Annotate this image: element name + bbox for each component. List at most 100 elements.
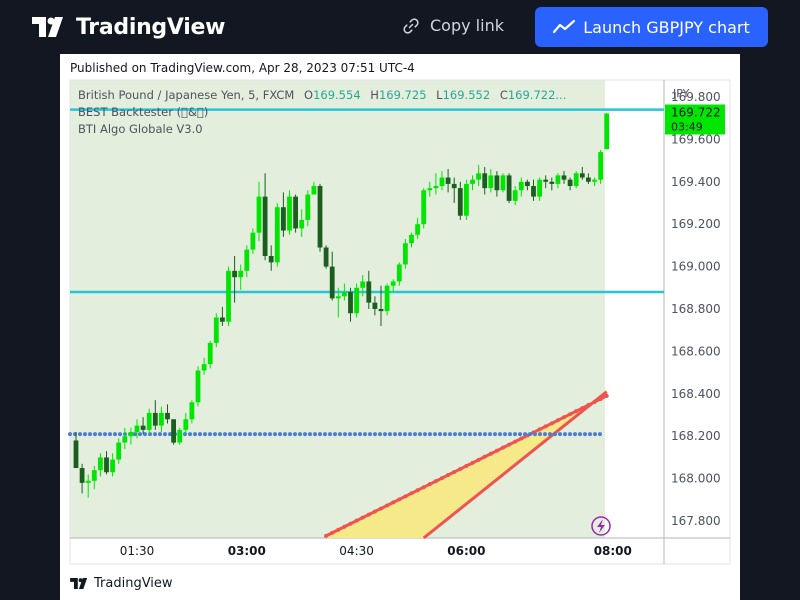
candle-body bbox=[323, 247, 329, 267]
logo-text: TradingView bbox=[76, 14, 226, 40]
band-dot bbox=[507, 442, 512, 447]
candle-body bbox=[201, 364, 207, 371]
candle-body bbox=[543, 179, 549, 182]
band-dot bbox=[324, 533, 329, 538]
plot-background bbox=[70, 80, 605, 538]
y-tick-label: 169.800 bbox=[671, 90, 721, 104]
legend-low-value: 169.552 bbox=[442, 88, 491, 102]
candle-body bbox=[598, 152, 603, 180]
tradingview-logo-icon bbox=[32, 17, 63, 37]
band-dot bbox=[482, 454, 487, 459]
candle-body bbox=[226, 270, 231, 322]
legend-symbol-row: British Pound / Japanese Yen, 5, FXCM O1… bbox=[78, 87, 566, 104]
candle-body bbox=[512, 190, 518, 201]
candle-body bbox=[85, 480, 91, 483]
candle-body bbox=[494, 175, 500, 191]
footer-logo-text: TradingView bbox=[94, 576, 173, 591]
legend-open-value: 169.554 bbox=[313, 88, 361, 102]
band-dot bbox=[519, 436, 524, 441]
candle-body bbox=[183, 419, 189, 430]
tradingview-logo[interactable]: TradingView bbox=[32, 13, 225, 41]
candle-body bbox=[299, 219, 305, 229]
candle-body bbox=[390, 281, 396, 286]
band-dot bbox=[543, 424, 548, 429]
legend-indicator-1[interactable]: BEST Backtester ( & ) bbox=[78, 104, 566, 121]
footer-logo[interactable]: TradingView bbox=[70, 576, 173, 591]
last-price-value: 169.722 bbox=[671, 106, 721, 120]
candle-body bbox=[213, 317, 219, 343]
candle-body bbox=[262, 196, 268, 256]
candle-body bbox=[451, 183, 457, 189]
x-tick-label: 01:30 bbox=[120, 544, 155, 558]
legend-symbol: British Pound / Japanese Yen, 5, FXCM bbox=[78, 88, 295, 102]
candle-body bbox=[244, 249, 250, 271]
candle-body bbox=[372, 302, 378, 309]
band-dot bbox=[409, 491, 414, 496]
candle-body bbox=[579, 173, 585, 178]
candle-body bbox=[122, 436, 128, 443]
candle-body bbox=[403, 243, 408, 265]
band-dot bbox=[348, 521, 353, 526]
y-tick-label: 168.600 bbox=[671, 344, 721, 358]
band-dot bbox=[470, 460, 475, 465]
candle-body bbox=[189, 402, 195, 420]
x-tick-label: 08:00 bbox=[594, 544, 632, 558]
candle-body bbox=[531, 186, 536, 197]
future-area bbox=[605, 80, 664, 538]
chart-legend: British Pound / Japanese Yen, 5, FXCM O1… bbox=[78, 87, 566, 138]
candle-body bbox=[439, 177, 445, 187]
candle-body bbox=[500, 175, 506, 191]
band-dot bbox=[372, 509, 377, 514]
band-dot bbox=[354, 518, 359, 523]
band-dot bbox=[342, 524, 347, 529]
launch-chart-button[interactable]: Launch GBPJPY chart bbox=[535, 7, 768, 47]
candle-body bbox=[427, 188, 433, 191]
x-tick-label: 06:00 bbox=[447, 544, 485, 558]
candle-body bbox=[73, 440, 79, 469]
x-axis: 01:30 03:00 04:30 06:00 08:00 bbox=[120, 544, 632, 558]
candle-body bbox=[159, 412, 164, 426]
candle-body bbox=[506, 175, 512, 201]
legend-open-label: O bbox=[304, 88, 314, 102]
candle-body bbox=[171, 419, 176, 443]
candle-body bbox=[549, 181, 555, 184]
band-dot bbox=[446, 473, 451, 478]
band-dot bbox=[366, 512, 371, 517]
candle-body bbox=[311, 186, 317, 195]
legend-close-label: C bbox=[499, 88, 508, 102]
chart-card: Published on TradingView.com, Apr 28, 20… bbox=[60, 54, 740, 600]
candle-body bbox=[152, 412, 158, 426]
band-dot bbox=[330, 530, 335, 535]
candle-body bbox=[287, 196, 292, 231]
candle-body bbox=[604, 113, 610, 150]
candle-body bbox=[366, 281, 372, 303]
y-tick-label: 168.400 bbox=[671, 387, 721, 401]
candle-body bbox=[415, 224, 420, 235]
candle-body bbox=[573, 173, 579, 187]
band-dot bbox=[391, 500, 396, 505]
candle-body bbox=[134, 425, 140, 432]
countdown-value: 03:49 bbox=[671, 121, 703, 134]
candle-body bbox=[305, 194, 311, 220]
y-tick-label: 168.000 bbox=[671, 472, 721, 486]
x-tick-label: 03:00 bbox=[228, 544, 266, 558]
copy-link-label: Copy link bbox=[430, 16, 504, 35]
candle-body bbox=[268, 255, 274, 263]
candle-body bbox=[140, 425, 146, 430]
candle-body bbox=[445, 177, 451, 184]
legend-indicator-2[interactable]: BTI Algo Globale V3.0 bbox=[78, 121, 566, 138]
candle-body bbox=[256, 196, 262, 233]
candle-body bbox=[354, 287, 359, 314]
copy-link-button[interactable]: Copy link bbox=[402, 16, 504, 35]
candle-body bbox=[165, 412, 170, 420]
candle-body bbox=[592, 179, 597, 182]
candle-body bbox=[274, 207, 280, 263]
candle-body bbox=[567, 179, 573, 187]
band-dot bbox=[452, 469, 457, 474]
band-dot bbox=[379, 506, 383, 511]
candle-body bbox=[561, 175, 567, 180]
candle-body bbox=[342, 292, 347, 297]
band-dot bbox=[537, 427, 542, 432]
candle-body bbox=[177, 429, 183, 443]
band-dot bbox=[433, 479, 438, 484]
